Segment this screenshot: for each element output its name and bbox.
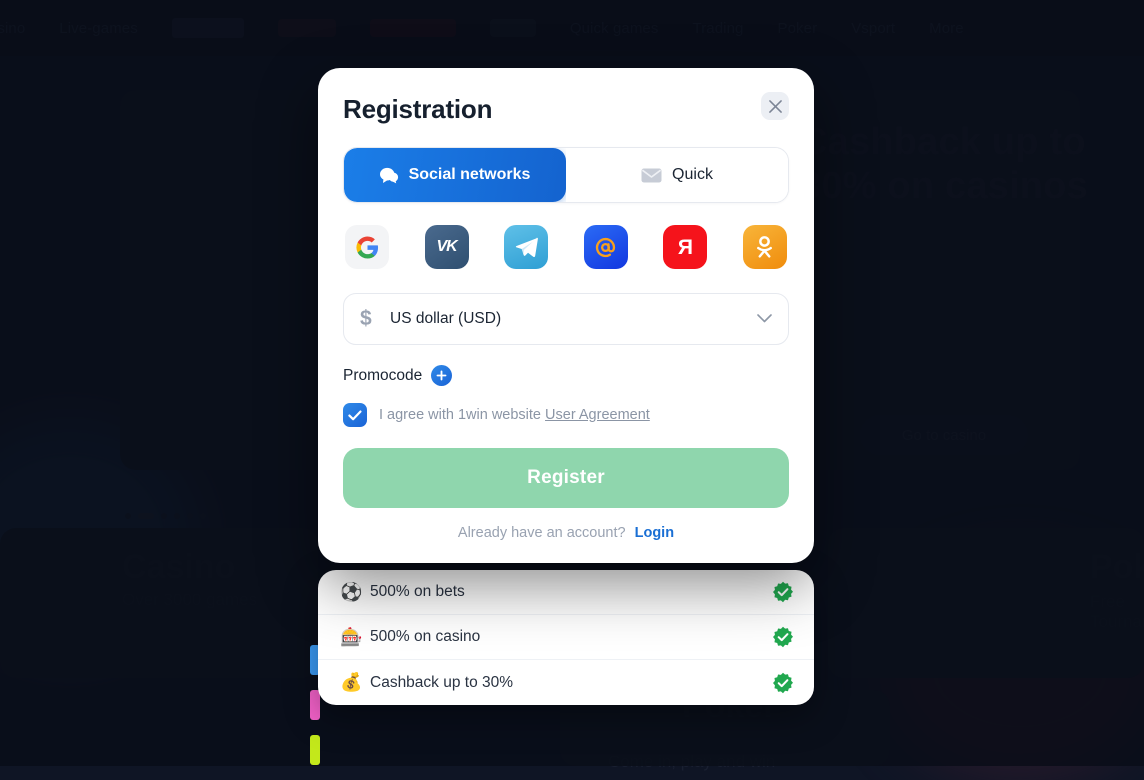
- plus-icon: [436, 370, 447, 381]
- envelope-icon: [641, 168, 662, 183]
- odnoklassniki-icon: [756, 236, 773, 259]
- verified-check-icon: [772, 626, 794, 648]
- verified-check-icon: [772, 581, 794, 603]
- tab-social-networks-label: Social networks: [409, 166, 531, 184]
- yandex-icon: Я: [678, 237, 693, 258]
- bonus-list-card: ⚽ 500% on bets 🎰 500% on casino 💰 Cash: [318, 570, 814, 705]
- chevron-down-icon: [757, 310, 772, 328]
- currency-select[interactable]: $ US dollar (USD): [343, 293, 789, 345]
- close-icon[interactable]: [761, 92, 789, 120]
- page-title: Registration: [343, 94, 789, 125]
- soccer-ball-icon: ⚽: [340, 582, 370, 603]
- list-item[interactable]: 🎰 500% on casino: [318, 615, 814, 660]
- social-odnoklassniki-button[interactable]: [743, 225, 787, 269]
- promocode-row: Promocode: [343, 365, 789, 386]
- social-login-buttons: VK Я: [343, 225, 789, 269]
- tab-quick-label: Quick: [672, 166, 713, 184]
- agreement-checkbox[interactable]: [343, 403, 367, 427]
- bonus-label: 500% on casino: [370, 628, 772, 646]
- bonus-label: 500% on bets: [370, 583, 772, 601]
- verified-check-icon: [772, 672, 794, 694]
- register-button[interactable]: Register: [343, 448, 789, 508]
- google-icon: [356, 236, 379, 259]
- agreement-row: I agree with 1win website User Agreement: [343, 403, 789, 427]
- vk-icon: VK: [436, 238, 456, 256]
- slot-machine-icon: 🎰: [340, 627, 370, 648]
- promocode-label: Promocode: [343, 367, 422, 385]
- social-mailru-button[interactable]: [584, 225, 628, 269]
- registration-method-tabs: Social networks Quick: [343, 147, 789, 203]
- agreement-text: I agree with 1win website User Agreement: [379, 407, 650, 423]
- social-google-button[interactable]: [345, 225, 389, 269]
- social-telegram-button[interactable]: [504, 225, 548, 269]
- promocode-add-button[interactable]: [431, 365, 452, 386]
- mailru-at-icon: [593, 235, 618, 260]
- login-prompt-row: Already have an account? Login: [343, 525, 789, 541]
- bonus-accent-bar-3: [310, 735, 320, 765]
- telegram-icon: [515, 237, 538, 257]
- tab-quick[interactable]: Quick: [566, 148, 788, 202]
- agreement-text-prefix: I agree with 1win website: [379, 407, 541, 423]
- close-glyph: [769, 100, 782, 113]
- social-yandex-button[interactable]: Я: [663, 225, 707, 269]
- list-item[interactable]: ⚽ 500% on bets: [318, 570, 814, 615]
- tab-social-networks[interactable]: Social networks: [344, 148, 566, 202]
- social-vk-button[interactable]: VK: [425, 225, 469, 269]
- bonus-label: Cashback up to 30%: [370, 674, 772, 692]
- registration-modal: Registration Social networks: [318, 68, 814, 563]
- chat-bubble-icon: [380, 167, 399, 184]
- dollar-sign-icon: $: [360, 307, 390, 331]
- registration-dialog-wrapper: Registration Social networks: [318, 68, 814, 705]
- checkmark-icon: [348, 410, 362, 421]
- currency-select-value: US dollar (USD): [390, 310, 757, 328]
- login-link[interactable]: Login: [635, 525, 674, 541]
- user-agreement-link[interactable]: User Agreement: [545, 407, 650, 423]
- bonus-accent-bar-2: [310, 690, 320, 720]
- login-prompt-text: Already have an account?: [458, 525, 626, 541]
- cashback-coin-icon: 💰: [340, 672, 370, 693]
- list-item[interactable]: 💰 Cashback up to 30%: [318, 660, 814, 705]
